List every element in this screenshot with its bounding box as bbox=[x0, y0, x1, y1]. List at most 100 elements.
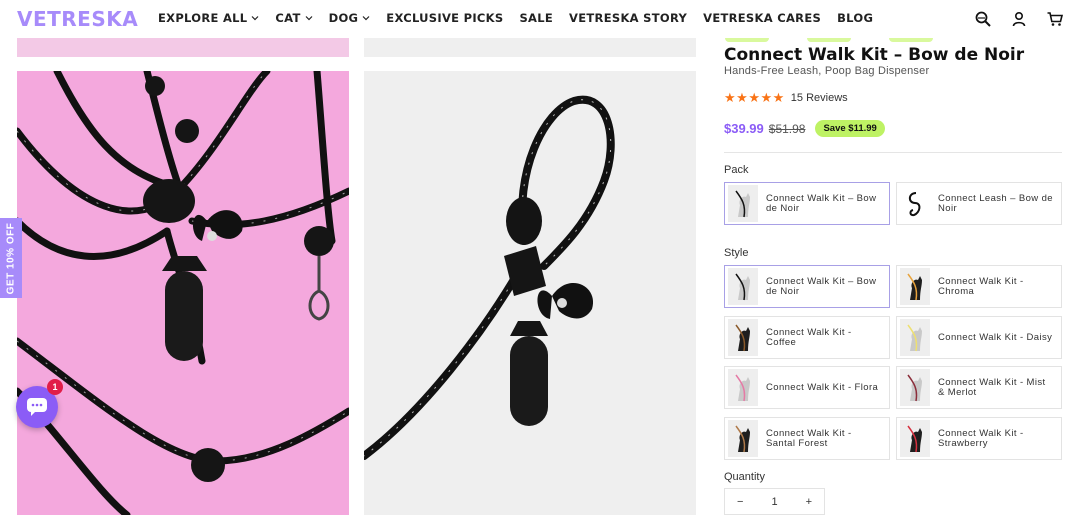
chat-notification-badge: 1 bbox=[47, 379, 63, 395]
option-label: Connect Walk Kit – Bow de Noir bbox=[766, 275, 877, 297]
dog-icon bbox=[735, 273, 750, 300]
top-badges bbox=[725, 38, 933, 42]
quantity-increase-button[interactable]: + bbox=[806, 496, 812, 508]
brand-logo[interactable]: VETRESKA bbox=[17, 7, 138, 31]
option-thumbnail bbox=[728, 268, 758, 305]
save-badge: Save $11.99 bbox=[815, 120, 885, 137]
style-option-santal-forest[interactable]: Connect Walk Kit - Santal Forest bbox=[724, 417, 890, 460]
site-header: VETRESKA EXPLORE ALL CAT DOG EXCLUSIVE P… bbox=[0, 0, 1080, 38]
style-option-bow-de-noir[interactable]: Connect Walk Kit – Bow de Noir bbox=[724, 265, 890, 308]
nav-label: BLOG bbox=[837, 11, 874, 25]
cart-icon[interactable] bbox=[1046, 10, 1064, 28]
pack-label: Pack bbox=[724, 164, 749, 176]
nav-label: SALE bbox=[519, 11, 554, 25]
chevron-down-icon bbox=[251, 16, 259, 21]
nav-label: EXCLUSIVE PICKS bbox=[386, 11, 504, 25]
option-thumbnail bbox=[728, 319, 758, 356]
quantity-label: Quantity bbox=[724, 471, 765, 483]
option-thumbnail bbox=[900, 185, 930, 222]
dog-icon bbox=[907, 324, 922, 351]
rating[interactable]: ★ ★ ★ ★ ★ 15 Reviews bbox=[724, 90, 848, 106]
style-option-mist-merlot[interactable]: Connect Walk Kit - Mist & Merlot bbox=[896, 366, 1062, 409]
option-thumbnail bbox=[900, 420, 930, 457]
style-option-daisy[interactable]: Connect Walk Kit - Daisy bbox=[896, 316, 1062, 359]
star-icon: ★ bbox=[736, 90, 748, 105]
option-label: Connect Walk Kit - Santal Forest bbox=[766, 427, 852, 449]
nav-label: EXPLORE ALL bbox=[158, 11, 248, 25]
nav-sale[interactable]: SALE bbox=[519, 11, 553, 25]
compare-price: $51.98 bbox=[768, 121, 806, 136]
nav-exclusive-picks[interactable]: EXCLUSIVE PICKS bbox=[386, 11, 503, 25]
nav-explore-all[interactable]: EXPLORE ALL bbox=[158, 11, 259, 25]
nav-label: VETRESKA CARES bbox=[703, 11, 822, 25]
option-thumbnail bbox=[900, 268, 930, 305]
nav-label: DOG bbox=[328, 11, 359, 25]
pack-option-walk-kit[interactable]: Connect Walk Kit – Bow de Noir bbox=[724, 182, 890, 225]
dog-icon bbox=[735, 190, 750, 217]
product-image-pink[interactable] bbox=[17, 71, 349, 515]
gallery-image-strip bbox=[364, 38, 696, 57]
dog-icon bbox=[907, 374, 922, 401]
search-icon[interactable] bbox=[974, 10, 992, 28]
option-thumbnail bbox=[728, 185, 758, 222]
product-image-white[interactable] bbox=[364, 71, 696, 515]
style-label: Style bbox=[724, 247, 749, 259]
sale-price: $39.99 bbox=[724, 121, 764, 136]
nav-vetreska-story[interactable]: VETRESKA STORY bbox=[569, 11, 687, 25]
chevron-down-icon bbox=[362, 16, 370, 21]
option-label: Connect Walk Kit - Chroma bbox=[938, 275, 1024, 297]
option-label: Connect Walk Kit - Mist & Merlot bbox=[938, 376, 1046, 398]
nav-vetreska-cares[interactable]: VETRESKA CARES bbox=[703, 11, 821, 25]
star-icon: ★ bbox=[748, 90, 760, 105]
price-row: $39.99 $51.98 Save $11.99 bbox=[724, 120, 885, 137]
star-icon: ★ bbox=[772, 90, 785, 105]
option-label: Connect Leash – Bow de Noir bbox=[938, 192, 1053, 214]
style-option-strawberry[interactable]: Connect Walk Kit - Strawberry bbox=[896, 417, 1062, 460]
dog-icon bbox=[907, 425, 922, 452]
option-label: Connect Walk Kit - Flora bbox=[766, 381, 879, 393]
star-icon: ★ bbox=[760, 90, 773, 105]
option-label: Connect Walk Kit - Strawberry bbox=[938, 427, 1024, 449]
option-thumbnail bbox=[900, 369, 930, 406]
nav-blog[interactable]: BLOG bbox=[837, 11, 873, 25]
badge-pill bbox=[889, 38, 933, 42]
style-option-chroma[interactable]: Connect Walk Kit - Chroma bbox=[896, 265, 1062, 308]
product-subtitle: Hands-Free Leash, Poop Bag Dispenser bbox=[724, 65, 930, 77]
product-title: Connect Walk Kit – Bow de Noir bbox=[724, 45, 1025, 65]
option-thumbnail bbox=[728, 369, 758, 406]
dog-icon bbox=[735, 425, 750, 452]
gallery-image-strip bbox=[17, 38, 349, 57]
quantity-decrease-button[interactable]: − bbox=[737, 496, 743, 508]
pack-option-leash[interactable]: Connect Leash – Bow de Noir bbox=[896, 182, 1062, 225]
leash-on-white-illustration bbox=[364, 71, 696, 515]
divider bbox=[724, 152, 1062, 153]
account-icon[interactable] bbox=[1010, 10, 1028, 28]
option-label: Connect Walk Kit - Daisy bbox=[938, 331, 1053, 343]
option-thumbnail bbox=[728, 420, 758, 457]
chat-bubble-icon bbox=[27, 398, 47, 416]
discount-tab-label: GET 10% OFF bbox=[5, 222, 17, 294]
chevron-down-icon bbox=[305, 16, 313, 21]
nav-label: CAT bbox=[275, 11, 301, 25]
discount-side-tab[interactable]: GET 10% OFF bbox=[0, 218, 22, 298]
star-icon: ★ bbox=[724, 90, 736, 105]
review-count[interactable]: 15 Reviews bbox=[791, 92, 848, 104]
style-option-flora[interactable]: Connect Walk Kit - Flora bbox=[724, 366, 890, 409]
badge-pill bbox=[807, 38, 851, 42]
badge-pill bbox=[725, 38, 769, 42]
option-thumbnail bbox=[900, 319, 930, 356]
option-label: Connect Walk Kit – Bow de Noir bbox=[766, 192, 877, 214]
style-option-coffee[interactable]: Connect Walk Kit - Coffee bbox=[724, 316, 890, 359]
leash-icon bbox=[908, 191, 921, 216]
nav-cat[interactable]: CAT bbox=[275, 11, 313, 25]
nav-dog[interactable]: DOG bbox=[329, 11, 371, 25]
dog-icon bbox=[735, 374, 750, 401]
quantity-value[interactable]: 1 bbox=[771, 496, 777, 508]
option-label: Connect Walk Kit - Coffee bbox=[766, 326, 852, 348]
main-nav: EXPLORE ALL CAT DOG EXCLUSIVE PICKS SALE… bbox=[158, 11, 889, 25]
dog-icon bbox=[735, 324, 750, 351]
quantity-stepper: − 1 + bbox=[724, 488, 825, 515]
nav-label: VETRESKA STORY bbox=[569, 11, 688, 25]
header-icons bbox=[974, 10, 1064, 28]
leash-on-pink-illustration bbox=[17, 71, 349, 515]
